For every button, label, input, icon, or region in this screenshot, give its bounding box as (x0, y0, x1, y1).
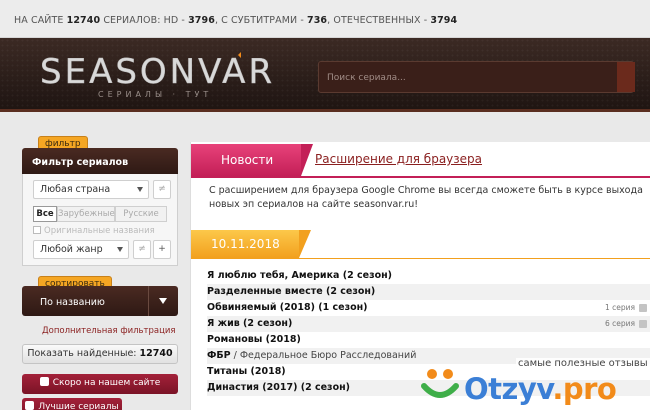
date-divider (191, 258, 650, 259)
series-row[interactable]: Я жив (2 сезон) 6 серия (207, 316, 650, 332)
stats-domestic: 3794 (430, 15, 458, 26)
country-select[interactable]: Любая страна (33, 180, 149, 199)
calendar-icon (39, 377, 49, 386)
news-tab[interactable]: Новости (191, 144, 313, 176)
series-title: Романовы (2018) (207, 334, 301, 345)
news-divider (191, 176, 650, 178)
episode-label: 1 серия (605, 303, 636, 312)
series-row[interactable]: Романовы (2018) (207, 332, 650, 348)
series-title: Обвиняемый (2018) (1 сезон) (207, 302, 368, 313)
sort-select-value: По названию (40, 297, 105, 308)
series-row[interactable]: Обвиняемый (2018) (1 сезон) 1 серия (207, 300, 650, 316)
series-title: Титаны (2018) (207, 366, 286, 377)
smiley-logo-icon (421, 369, 459, 398)
search-submit-button[interactable] (617, 62, 635, 92)
plus-icon[interactable] (639, 304, 647, 312)
plus-icon[interactable] (639, 320, 647, 328)
stats-hd: 3796 (188, 15, 215, 26)
sort-select[interactable]: По названию (22, 286, 178, 316)
series-title: Я люблю тебя, Америка (2 сезон) (207, 270, 393, 281)
type-foreign-toggle[interactable]: Зарубежные (57, 206, 115, 222)
watermark-brand: Otzyv.pro (464, 372, 617, 406)
genre-add-button[interactable]: + (153, 240, 171, 259)
stats-hd-label: СЕРИАЛОВ: HD - (103, 15, 185, 26)
checkbox-icon (33, 226, 41, 234)
filter-panel-title: Фильтр сериалов (22, 148, 178, 174)
series-title: Разделенные вместе (2 сезон) (207, 286, 376, 297)
chevron-down-icon (148, 286, 178, 316)
chevron-down-icon (137, 187, 143, 192)
episode-label: 6 серия (605, 319, 636, 328)
logo-arrow-icon (231, 52, 241, 62)
type-all-toggle[interactable]: Все (33, 206, 57, 222)
genre-select-value: Любой жанр (40, 244, 103, 255)
original-names-label: Оригинальные названия (44, 226, 155, 236)
stats-domestic-label: , ОТЕЧЕСТВЕННЫХ - (327, 15, 428, 26)
coming-soon-button[interactable]: Скоро на нашем сайте (22, 374, 178, 394)
otzyv-watermark: самые полезные отзывы Otzyv.pro (414, 352, 650, 410)
type-russian-toggle[interactable]: Русские (115, 206, 167, 222)
search-box (318, 61, 635, 93)
series-row[interactable]: Разделенные вместе (2 сезон) (207, 284, 650, 300)
filter-panel: Любая страна ≠ Все Зарубежные Русские Ор… (22, 174, 178, 266)
stats-prefix: НА САЙТЕ (14, 15, 64, 26)
series-subtitle: / Федеральное Бюро Расследований (230, 350, 417, 361)
site-stats: НА САЙТЕ 12740 СЕРИАЛОВ: HD - 3796, С СУ… (14, 15, 457, 26)
show-found-label: Показать найденные: (27, 348, 137, 359)
coming-soon-label: Скоро на нашем сайте (52, 378, 161, 388)
star-icon (25, 401, 35, 410)
show-found-count: 12740 (139, 348, 173, 359)
show-found-button[interactable]: Показать найденные: 12740 (22, 344, 178, 364)
original-names-checkbox[interactable]: Оригинальные названия (33, 226, 155, 236)
site-logo[interactable]: SEASONVAR СЕРИАЛЫ · ТУТ (40, 52, 310, 102)
stats-subs: 736 (307, 15, 328, 26)
series-title: ФБР (207, 350, 231, 361)
watermark-slogan: самые полезные отзывы (516, 358, 650, 369)
brand-tld: .pro (552, 372, 617, 406)
series-title: Династия (2017) (2 сезон) (207, 382, 351, 393)
site-header: SEASONVAR СЕРИАЛЫ · ТУТ (0, 38, 650, 112)
best-series-button[interactable]: Лучшие сериалы (22, 398, 122, 410)
date-tab: 10.11.2018 (191, 230, 311, 258)
series-title: Я жив (2 сезон) (207, 318, 293, 329)
site-stats-bar: НА САЙТЕ 12740 СЕРИАЛОВ: HD - 3796, С СУ… (0, 0, 650, 38)
news-title-link[interactable]: Расширение для браузера (315, 152, 482, 166)
chevron-down-icon (117, 247, 123, 252)
best-series-label: Лучшие сериалы (38, 402, 119, 410)
country-select-value: Любая страна (40, 184, 111, 195)
logo-tagline: СЕРИАЛЫ · ТУТ (98, 90, 213, 99)
genre-exclude-button[interactable]: ≠ (133, 240, 151, 259)
news-text: С расширением для браузера Google Chrome… (209, 185, 643, 210)
genre-select[interactable]: Любой жанр (33, 240, 129, 259)
series-row[interactable]: Я люблю тебя, Америка (2 сезон) (207, 268, 650, 284)
stats-subs-label: , С СУБТИТРАМИ - (214, 15, 304, 26)
country-exclude-button[interactable]: ≠ (153, 180, 171, 199)
advanced-filter-link[interactable]: Дополнительная фильтрация (42, 326, 176, 336)
stats-total: 12740 (66, 15, 101, 26)
brand-name: Otzyv (464, 372, 553, 406)
search-input[interactable] (327, 69, 617, 87)
